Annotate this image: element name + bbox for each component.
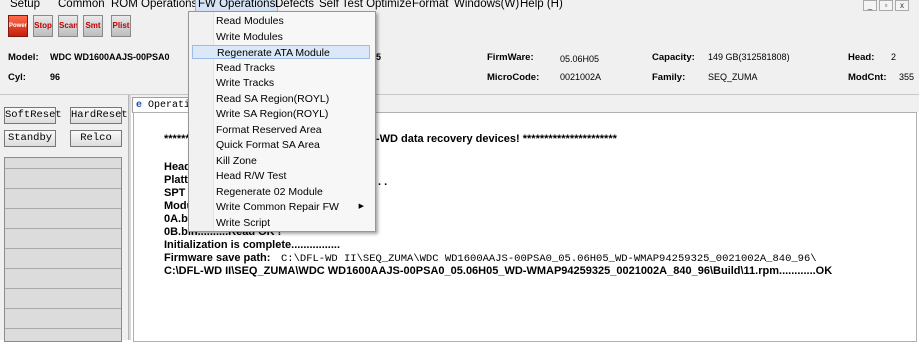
- fw-operations-menu: Read Modules Write Modules Regenerate AT…: [188, 11, 376, 232]
- modcnt-label: ModCnt:: [848, 72, 887, 83]
- list-row-divider: [5, 248, 121, 249]
- menu-format[interactable]: Format: [412, 0, 448, 11]
- menu-item-kill-zone[interactable]: Kill Zone: [192, 154, 370, 168]
- model-value-suffix: 5: [376, 52, 382, 62]
- operation-tab-icon: e: [136, 100, 143, 111]
- list-row-divider: [5, 328, 121, 329]
- capacity-value: 149 GB(312581808): [708, 52, 790, 62]
- output-init-line: Initialization is complete..............…: [164, 239, 341, 251]
- menu-item-write-sa-region[interactable]: Write SA Region(ROYL): [192, 107, 370, 121]
- output-banner-left: ******: [164, 133, 190, 145]
- model-label: Model:: [8, 52, 39, 63]
- head-label: Head:: [848, 52, 875, 63]
- close-icon[interactable]: x: [895, 0, 909, 11]
- toolbar: Power Stop Scan Smt Plist: [0, 11, 919, 39]
- scan-button[interactable]: Scan: [58, 15, 78, 37]
- panel-splitter[interactable]: [129, 95, 131, 340]
- list-row-divider: [5, 308, 121, 309]
- firmware-label: FirmWare:: [487, 52, 534, 63]
- menu-item-read-modules[interactable]: Read Modules: [192, 14, 370, 28]
- list-row-divider: [5, 188, 121, 189]
- hardreset-button[interactable]: HardReset: [70, 107, 128, 124]
- menu-item-regenerate-ata-module[interactable]: Regenerate ATA Module: [192, 45, 370, 59]
- list-row-divider: [5, 268, 121, 269]
- menu-item-read-sa-region[interactable]: Read SA Region(ROYL): [192, 92, 370, 106]
- submenu-arrow-icon: ▶: [358, 203, 364, 210]
- left-control-panel: SoftReset HardReset Standby Relco: [0, 95, 129, 342]
- menu-windows[interactable]: Windows(W): [454, 0, 519, 11]
- family-label: Family:: [652, 72, 686, 83]
- menu-help[interactable]: Help (H): [520, 0, 563, 11]
- capacity-label: Capacity:: [652, 52, 695, 63]
- softreset-button[interactable]: SoftReset: [4, 107, 62, 124]
- restore-icon[interactable]: ▫: [879, 0, 893, 11]
- smt-button[interactable]: Smt: [83, 15, 103, 37]
- menu-item-write-script[interactable]: Write Script: [192, 216, 370, 230]
- microcode-value: 0021002A: [560, 72, 602, 82]
- menu-item-write-common-repair-fw-label: Write Common Repair FW: [216, 201, 339, 213]
- menu-item-write-modules[interactable]: Write Modules: [192, 30, 370, 44]
- menu-item-regenerate-02-module[interactable]: Regenerate 02 Module: [192, 185, 370, 199]
- standby-button[interactable]: Standby: [4, 130, 56, 147]
- menu-bar: Setup Common ROM Operations FW Operation…: [0, 0, 919, 12]
- modcnt-value: 355: [899, 72, 915, 82]
- firmware-value: 05.06H05: [560, 54, 600, 64]
- list-row-divider: [5, 208, 121, 209]
- output-spt-line: SPT: [164, 187, 186, 199]
- menu-setup[interactable]: Setup: [10, 0, 40, 11]
- plist-button[interactable]: Plist: [111, 15, 131, 37]
- menu-self-test-optimize[interactable]: Self Test Optimize: [319, 0, 411, 11]
- minimize-icon[interactable]: _: [863, 0, 877, 11]
- menu-item-write-common-repair-fw[interactable]: Write Common Repair FW ▶: [192, 200, 370, 214]
- power-button[interactable]: Power: [8, 15, 28, 37]
- menu-defects[interactable]: Defects: [275, 0, 314, 11]
- microcode-label: MicroCode:: [487, 72, 540, 83]
- cyl-label: Cyl:: [8, 72, 26, 83]
- model-value: WDC WD1600AAJS-00PSA0: [50, 52, 170, 62]
- output-platter-dots: . .: [378, 176, 388, 188]
- stop-button[interactable]: Stop: [33, 15, 53, 37]
- menu-common[interactable]: Common: [58, 0, 105, 11]
- output-rpm-line: C:\DFL-WD II\SEQ_ZUMA\WDC WD1600AAJS-00P…: [164, 265, 833, 277]
- output-banner-right: -WD data recovery devices! *************…: [376, 133, 617, 145]
- menu-item-read-tracks[interactable]: Read Tracks: [192, 61, 370, 75]
- family-value: SEQ_ZUMA: [708, 72, 758, 82]
- cyl-value: 96: [50, 72, 61, 82]
- menu-item-quick-format-sa-area[interactable]: Quick Format SA Area: [192, 138, 370, 152]
- relco-button[interactable]: Relco: [70, 130, 122, 147]
- output-head-line: Head: [164, 161, 191, 173]
- menu-item-head-rw-test[interactable]: Head R/W Test: [192, 169, 370, 183]
- list-row-divider: [5, 168, 121, 169]
- drive-info-panel: Model: WDC WD1600AAJS-00PSA0 5 Cyl: 96 F…: [0, 38, 919, 95]
- status-list[interactable]: [4, 157, 122, 342]
- list-row-divider: [5, 288, 121, 289]
- list-row-divider: [5, 228, 121, 229]
- menu-item-write-tracks[interactable]: Write Tracks: [192, 76, 370, 90]
- menu-rom-operations[interactable]: ROM Operations: [111, 0, 197, 11]
- menu-item-format-reserved-area[interactable]: Format Reserved Area: [192, 123, 370, 137]
- head-value: 2: [891, 52, 897, 62]
- output-save-path-label: Firmware save path:: [164, 252, 271, 264]
